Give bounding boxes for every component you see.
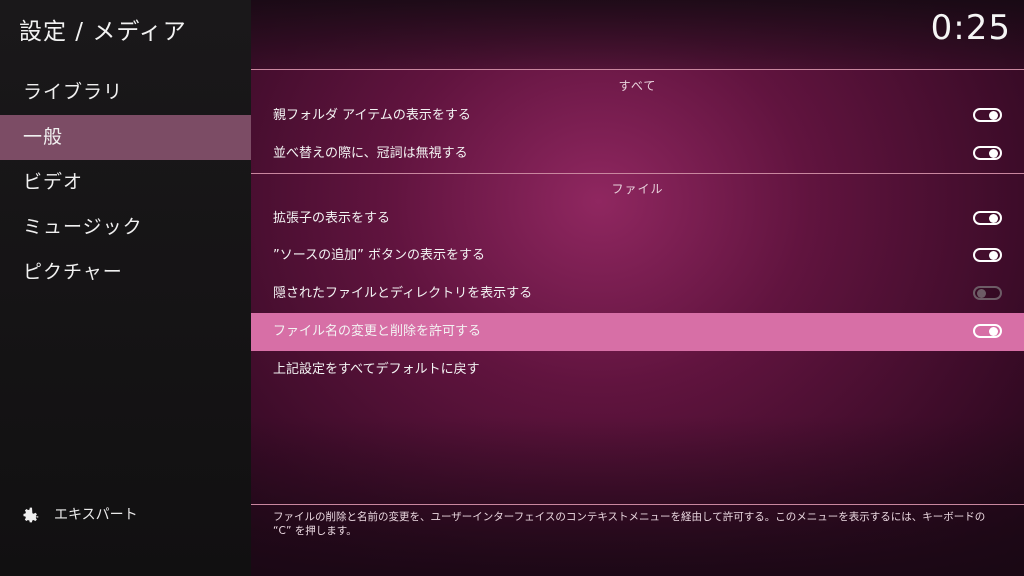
toggle-switch[interactable] — [973, 286, 1002, 300]
sidebar-item-library[interactable]: ライブラリ — [0, 70, 251, 115]
help-description: ファイルの削除と名前の変更を、ユーザーインターフェイスのコンテキストメニューを経… — [273, 511, 986, 537]
divider-top — [251, 69, 1024, 70]
setting-label: ファイル名の変更と削除を許可する — [273, 324, 482, 339]
setting-label: 隠されたファイルとディレクトリを表示する — [273, 286, 533, 301]
divider-files — [251, 173, 1024, 174]
expert-label: エキスパート — [54, 507, 138, 523]
sidebar-item-general[interactable]: 一般 — [0, 115, 251, 160]
toggle-knob — [989, 149, 998, 158]
setting-show-add-source-button[interactable]: ”ソースの追加” ボタンの表示をする — [251, 237, 1024, 275]
setting-allow-rename-delete[interactable]: ファイル名の変更と削除を許可する — [251, 313, 1024, 351]
divider-help — [251, 504, 1024, 505]
toggle-knob — [989, 251, 998, 260]
section-label-files: ファイル — [611, 182, 664, 196]
setting-show-hidden-files[interactable]: 隠されたファイルとディレクトリを表示する — [251, 275, 1024, 313]
toggle-knob — [989, 111, 998, 120]
setting-label: ”ソースの追加” ボタンの表示をする — [273, 248, 485, 263]
section-label-all: すべて — [618, 79, 657, 93]
toggle-knob — [977, 289, 986, 298]
setting-label: 拡張子の表示をする — [273, 211, 391, 226]
sidebar-item-video[interactable]: ビデオ — [0, 160, 251, 205]
toggle-switch[interactable] — [973, 211, 1002, 225]
page-title: 設定 / メディア — [19, 19, 187, 45]
toggle-switch[interactable] — [973, 324, 1002, 338]
setting-ignore-articles[interactable]: 並べ替えの際に、冠詞は無視する — [251, 135, 1024, 173]
reset-defaults-button[interactable]: 上記設定をすべてデフォルトに戻す — [251, 351, 1024, 389]
sidebar-item-pictures[interactable]: ピクチャー — [0, 250, 251, 295]
setting-label: 親フォルダ アイテムの表示をする — [273, 108, 471, 123]
toggle-switch[interactable] — [973, 248, 1002, 262]
toggle-knob — [989, 327, 998, 336]
toggle-knob — [989, 214, 998, 223]
toggle-switch[interactable] — [973, 146, 1002, 160]
clock: 0:25 — [930, 8, 1011, 48]
reset-label: 上記設定をすべてデフォルトに戻す — [273, 362, 480, 377]
sidebar: 設定 / メディア ライブラリ 一般 ビデオ ミュージック ピクチャー エキスパ… — [0, 0, 251, 576]
setting-show-extensions[interactable]: 拡張子の表示をする — [251, 200, 1024, 238]
setting-label: 並べ替えの際に、冠詞は無視する — [273, 146, 468, 161]
setting-show-parent-folder[interactable]: 親フォルダ アイテムの表示をする — [251, 97, 1024, 135]
toggle-switch[interactable] — [973, 108, 1002, 122]
sidebar-item-music[interactable]: ミュージック — [0, 205, 251, 250]
expert-level-button[interactable]: エキスパート — [20, 503, 138, 527]
gear-icon — [23, 507, 39, 523]
